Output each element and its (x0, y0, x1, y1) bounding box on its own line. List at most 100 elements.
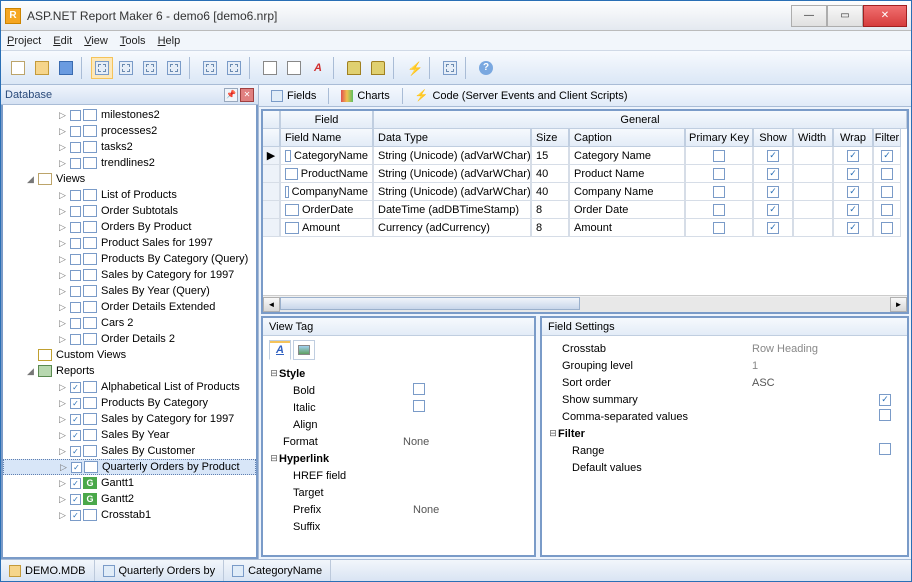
prop-bold[interactable]: Bold (269, 382, 528, 399)
tree-item[interactable]: ▷✓Products By Category (3, 395, 256, 411)
grid-row[interactable]: ▶CategoryNameString (Unicode) (adVarWCha… (263, 147, 907, 165)
prop-prefix[interactable]: PrefixNone (269, 501, 528, 518)
show-checkbox[interactable]: ✓ (767, 186, 779, 198)
tree-item[interactable]: ▷✓GGantt2 (3, 491, 256, 507)
col-field-name[interactable]: Field Name (280, 129, 373, 147)
tree-item[interactable]: ▷✓Sales By Year (3, 427, 256, 443)
tree-item[interactable]: ▷trendlines2 (3, 155, 256, 171)
tree-checkbox[interactable] (70, 190, 81, 201)
italic-checkbox[interactable] (413, 400, 425, 412)
tree-checkbox[interactable] (70, 126, 81, 137)
csv-checkbox[interactable] (879, 409, 891, 421)
range-checkbox[interactable] (879, 443, 891, 455)
php-button[interactable] (115, 57, 137, 79)
minimize-button[interactable]: — (791, 5, 827, 27)
addreport-button[interactable] (283, 57, 305, 79)
tree-checkbox[interactable]: ✓ (70, 446, 81, 457)
menu-view[interactable]: View (84, 35, 108, 47)
pk-checkbox[interactable] (713, 150, 725, 162)
expand-icon[interactable]: ▷ (57, 302, 68, 313)
scroll-right-button[interactable]: ► (890, 297, 907, 312)
summary-checkbox[interactable]: ✓ (879, 394, 891, 406)
expand-icon[interactable]: ▷ (57, 222, 68, 233)
expand-icon[interactable]: ▷ (57, 126, 68, 137)
wrap-checkbox[interactable]: ✓ (847, 186, 859, 198)
col-caption[interactable]: Caption (569, 129, 685, 147)
pk-checkbox[interactable] (713, 204, 725, 216)
tree-checkbox[interactable] (70, 302, 81, 313)
expand-icon[interactable]: ◢ (25, 366, 36, 377)
scroll-left-button[interactable]: ◄ (263, 297, 280, 312)
filter-checkbox[interactable] (881, 204, 893, 216)
menu-edit[interactable]: Edit (53, 35, 72, 47)
wrap-checkbox[interactable]: ✓ (847, 150, 859, 162)
filter-checkbox[interactable] (881, 168, 893, 180)
tree-checkbox[interactable] (70, 334, 81, 345)
tree-item[interactable]: ▷milestones2 (3, 107, 256, 123)
save-button[interactable] (55, 57, 77, 79)
expand-icon[interactable]: ▷ (57, 478, 68, 489)
prop-crosstab[interactable]: CrosstabRow Heading (548, 340, 901, 357)
pk-checkbox[interactable] (713, 222, 725, 234)
tree-item[interactable]: ▷Products By Category (Query) (3, 251, 256, 267)
filter-checkbox[interactable]: ✓ (881, 150, 893, 162)
prop-format[interactable]: FormatNone (269, 433, 528, 450)
expand-icon[interactable]: ▷ (57, 110, 68, 121)
filter-checkbox[interactable] (881, 222, 893, 234)
tree-checkbox[interactable] (70, 254, 81, 265)
tree-item[interactable]: ▷✓Quarterly Orders by Product (3, 459, 256, 475)
tree-item[interactable]: ▷✓Sales by Category for 1997 (3, 411, 256, 427)
tree-checkbox[interactable]: ✓ (71, 462, 82, 473)
tree-item[interactable]: ▷✓Sales By Customer (3, 443, 256, 459)
settings-button[interactable] (439, 57, 461, 79)
view-tag-tab-text[interactable]: A (269, 340, 291, 360)
grid-row[interactable]: CompanyNameString (Unicode) (adVarWChar)… (263, 183, 907, 201)
tree-checkbox[interactable] (70, 318, 81, 329)
html-button[interactable] (139, 57, 161, 79)
hyperlink-group[interactable]: ⊟Hyperlink (269, 450, 528, 467)
tab-charts[interactable]: Charts (335, 90, 395, 102)
tree-item[interactable]: ▷✓Alphabetical List of Products (3, 379, 256, 395)
show-checkbox[interactable]: ✓ (767, 204, 779, 216)
tree-checkbox[interactable]: ✓ (70, 382, 81, 393)
addview-button[interactable] (259, 57, 281, 79)
sync-button[interactable] (199, 57, 221, 79)
tree-checkbox[interactable]: ✓ (70, 430, 81, 441)
col-wrap[interactable]: Wrap (833, 129, 873, 147)
scroll-thumb[interactable] (280, 297, 580, 310)
tree-item[interactable]: ▷Sales by Category for 1997 (3, 267, 256, 283)
tree-item[interactable]: ▷tasks2 (3, 139, 256, 155)
sync2-button[interactable] (223, 57, 245, 79)
pk-checkbox[interactable] (713, 168, 725, 180)
wrap-checkbox[interactable]: ✓ (847, 222, 859, 234)
expand-icon[interactable]: ▷ (57, 494, 68, 505)
prop-defaults[interactable]: Default values (548, 459, 901, 476)
col-size[interactable]: Size (531, 129, 569, 147)
menu-help[interactable]: Help (158, 35, 181, 47)
tree-checkbox[interactable] (70, 142, 81, 153)
expand-icon[interactable]: ▷ (57, 398, 68, 409)
expand-icon[interactable]: ▷ (57, 158, 68, 169)
col-show[interactable]: Show (753, 129, 793, 147)
gen-button[interactable] (163, 57, 185, 79)
tree-item[interactable]: ▷Order Details Extended (3, 299, 256, 315)
grid-row[interactable]: AmountCurrency (adCurrency)8Amount✓✓ (263, 219, 907, 237)
expand-icon[interactable]: ◢ (25, 174, 36, 185)
tab-code[interactable]: ⚡Code (Server Events and Client Scripts) (409, 89, 634, 102)
font-button[interactable]: A (307, 57, 329, 79)
show-checkbox[interactable]: ✓ (767, 222, 779, 234)
filter-group[interactable]: ⊟Filter (548, 425, 901, 442)
tree-checkbox[interactable] (70, 206, 81, 217)
expand-icon[interactable]: ▷ (57, 190, 68, 201)
style-group[interactable]: ⊟Style (269, 365, 528, 382)
filter-checkbox[interactable] (881, 186, 893, 198)
show-checkbox[interactable]: ✓ (767, 168, 779, 180)
maximize-button[interactable]: ▭ (827, 5, 863, 27)
prop-align[interactable]: Align (269, 416, 528, 433)
expand-icon[interactable]: ▷ (57, 446, 68, 457)
tree-item[interactable]: ▷List of Products (3, 187, 256, 203)
prop-href[interactable]: HREF field (269, 467, 528, 484)
prop-suffix[interactable]: Suffix (269, 518, 528, 535)
col-width[interactable]: Width (793, 129, 833, 147)
grid-row[interactable]: ProductNameString (Unicode) (adVarWChar)… (263, 165, 907, 183)
